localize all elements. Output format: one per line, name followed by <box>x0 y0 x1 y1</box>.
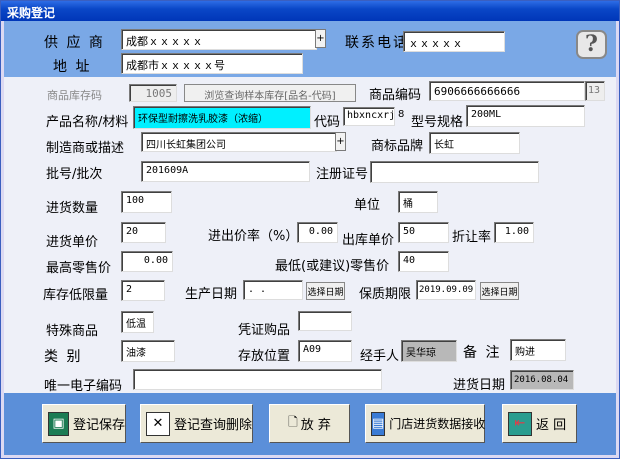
purchase-registration-window: 采购登记 供 应 商 成都ｘｘｘｘｘ + 联系电话 ｘｘｘｘｘ ? 地 址 成都… <box>0 0 620 459</box>
brand-field[interactable]: 长虹 <box>429 132 520 154</box>
discard-button-label: 放 弃 <box>300 418 331 433</box>
help-icon[interactable]: ? <box>576 30 607 59</box>
batch-label: 批号/批次 <box>46 167 103 182</box>
discount-field[interactable]: 1.00 <box>494 222 534 243</box>
code-field[interactable]: hbxncxrj <box>343 107 395 126</box>
manufacturer-field[interactable]: 四川长虹集团公司 <box>141 132 337 152</box>
min-retail-label: 最低(或建议)零售价 <box>275 259 390 274</box>
in-date-label: 进货日期 <box>453 378 506 393</box>
manufacturer-label: 制造商或描述 <box>46 141 125 156</box>
discard-button[interactable]: 🗋 放 弃 <box>269 404 350 443</box>
batch-field[interactable]: 201609A <box>141 161 310 182</box>
product-name-label: 产品名称/材料 <box>46 115 129 130</box>
low-stock-field[interactable]: 2 <box>121 280 165 301</box>
window-title: 采购登记 <box>1 1 619 21</box>
special-field[interactable]: 低温 <box>121 311 154 333</box>
out-price-field[interactable]: 50 <box>398 222 449 243</box>
code-label: 代码 <box>314 115 341 130</box>
remark-field[interactable]: 购进 <box>510 339 566 361</box>
qty-field[interactable]: 100 <box>121 191 172 213</box>
voucher-field[interactable] <box>298 311 352 331</box>
save-button[interactable]: ▣ 登记保存 <box>42 404 126 443</box>
special-label: 特殊商品 <box>46 324 99 339</box>
phone-label: 联系电话 <box>345 35 409 51</box>
product-code-length: 13 <box>585 81 605 101</box>
category-field[interactable]: 油漆 <box>121 340 175 362</box>
receive-button-label: 门店进货数据接收 <box>389 417 486 431</box>
ecode-label: 唯一电子编码 <box>44 379 123 394</box>
address-field[interactable]: 成都市ｘｘｘｘｘ号 <box>121 53 303 74</box>
max-retail-label: 最高零售价 <box>46 261 112 276</box>
supplier-label: 供 应 商 <box>44 35 105 51</box>
back-button[interactable]: ⇤ 返 回 <box>502 404 577 443</box>
in-price-field[interactable]: 20 <box>121 222 166 243</box>
document-icon: 🗋 <box>288 415 298 429</box>
category-label: 类 别 <box>44 349 83 365</box>
markup-label: 进出价率（%） <box>208 229 299 244</box>
min-retail-field[interactable]: 40 <box>398 251 449 272</box>
out-price-label: 出库单价 <box>342 233 395 248</box>
reg-no-field[interactable] <box>370 161 539 183</box>
product-name-field[interactable]: 环保型耐擦洗乳胶漆（浓缩） <box>133 106 311 129</box>
ecode-field[interactable] <box>133 369 382 390</box>
unit-label: 单位 <box>354 198 381 213</box>
max-retail-field[interactable]: 0.00 <box>121 251 173 272</box>
save-button-label: 登记保存 <box>72 418 125 433</box>
delete-x-icon: ✕ <box>146 411 170 436</box>
stock-code-field[interactable]: 1005 <box>129 84 177 102</box>
reg-no-label: 注册证号 <box>316 167 369 182</box>
location-label: 存放位置 <box>238 349 291 364</box>
expiry-field[interactable]: 2019.09.09 <box>416 280 476 300</box>
code-length: 8 <box>398 109 405 120</box>
spec-field[interactable]: 200ML <box>466 105 585 127</box>
prod-date-field[interactable]: . . <box>243 280 303 300</box>
spec-label: 型号规格 <box>411 115 464 130</box>
product-code-label: 商品编码 <box>369 88 422 103</box>
back-button-label: 返 回 <box>536 418 567 433</box>
product-code-field[interactable]: 6906666666666 <box>429 81 585 101</box>
floppy-disk-icon: ▣ <box>48 411 69 436</box>
voucher-label: 凭证购品 <box>238 323 291 338</box>
query-delete-button-label: 登记查询删除 <box>173 418 252 433</box>
supplier-field[interactable]: 成都ｘｘｘｘｘ <box>121 29 317 50</box>
phone-field[interactable]: ｘｘｘｘｘ <box>403 31 505 52</box>
exit-door-icon: ⇤ <box>508 411 532 436</box>
select-prod-date-button[interactable]: 选择日期 <box>306 282 345 300</box>
browse-sample-button[interactable]: 浏览查询样本库存[品名-代码] <box>184 84 356 102</box>
location-field[interactable]: A09 <box>298 340 352 362</box>
supplier-dropdown-button[interactable]: + <box>315 29 326 48</box>
query-delete-button[interactable]: ✕ 登记查询删除 <box>140 404 253 443</box>
discount-label: 折让率 <box>452 230 492 245</box>
markup-field[interactable]: 0.00 <box>297 222 338 243</box>
expiry-label: 保质期限 <box>359 287 412 302</box>
unit-field[interactable]: 桶 <box>398 191 438 213</box>
brand-label: 商标品牌 <box>371 139 424 154</box>
stock-code-label: 商品库存码 <box>47 89 102 102</box>
remark-label: 备 注 <box>463 345 502 361</box>
low-stock-label: 库存低限量 <box>43 288 109 303</box>
qty-label: 进货数量 <box>46 201 99 216</box>
handler-field[interactable]: 吴华琼 <box>401 340 457 362</box>
network-computer-icon: ▤ <box>371 411 386 436</box>
in-price-label: 进货单价 <box>46 235 99 250</box>
manufacturer-dropdown-button[interactable]: + <box>335 132 346 151</box>
handler-label: 经手人 <box>360 349 400 364</box>
in-date-field[interactable]: 2016.08.04 <box>510 370 574 390</box>
prod-date-label: 生产日期 <box>185 287 238 302</box>
address-label: 地 址 <box>53 59 92 75</box>
select-expiry-date-button[interactable]: 选择日期 <box>480 282 519 300</box>
receive-store-data-button[interactable]: ▤ 门店进货数据接收 <box>365 404 485 443</box>
